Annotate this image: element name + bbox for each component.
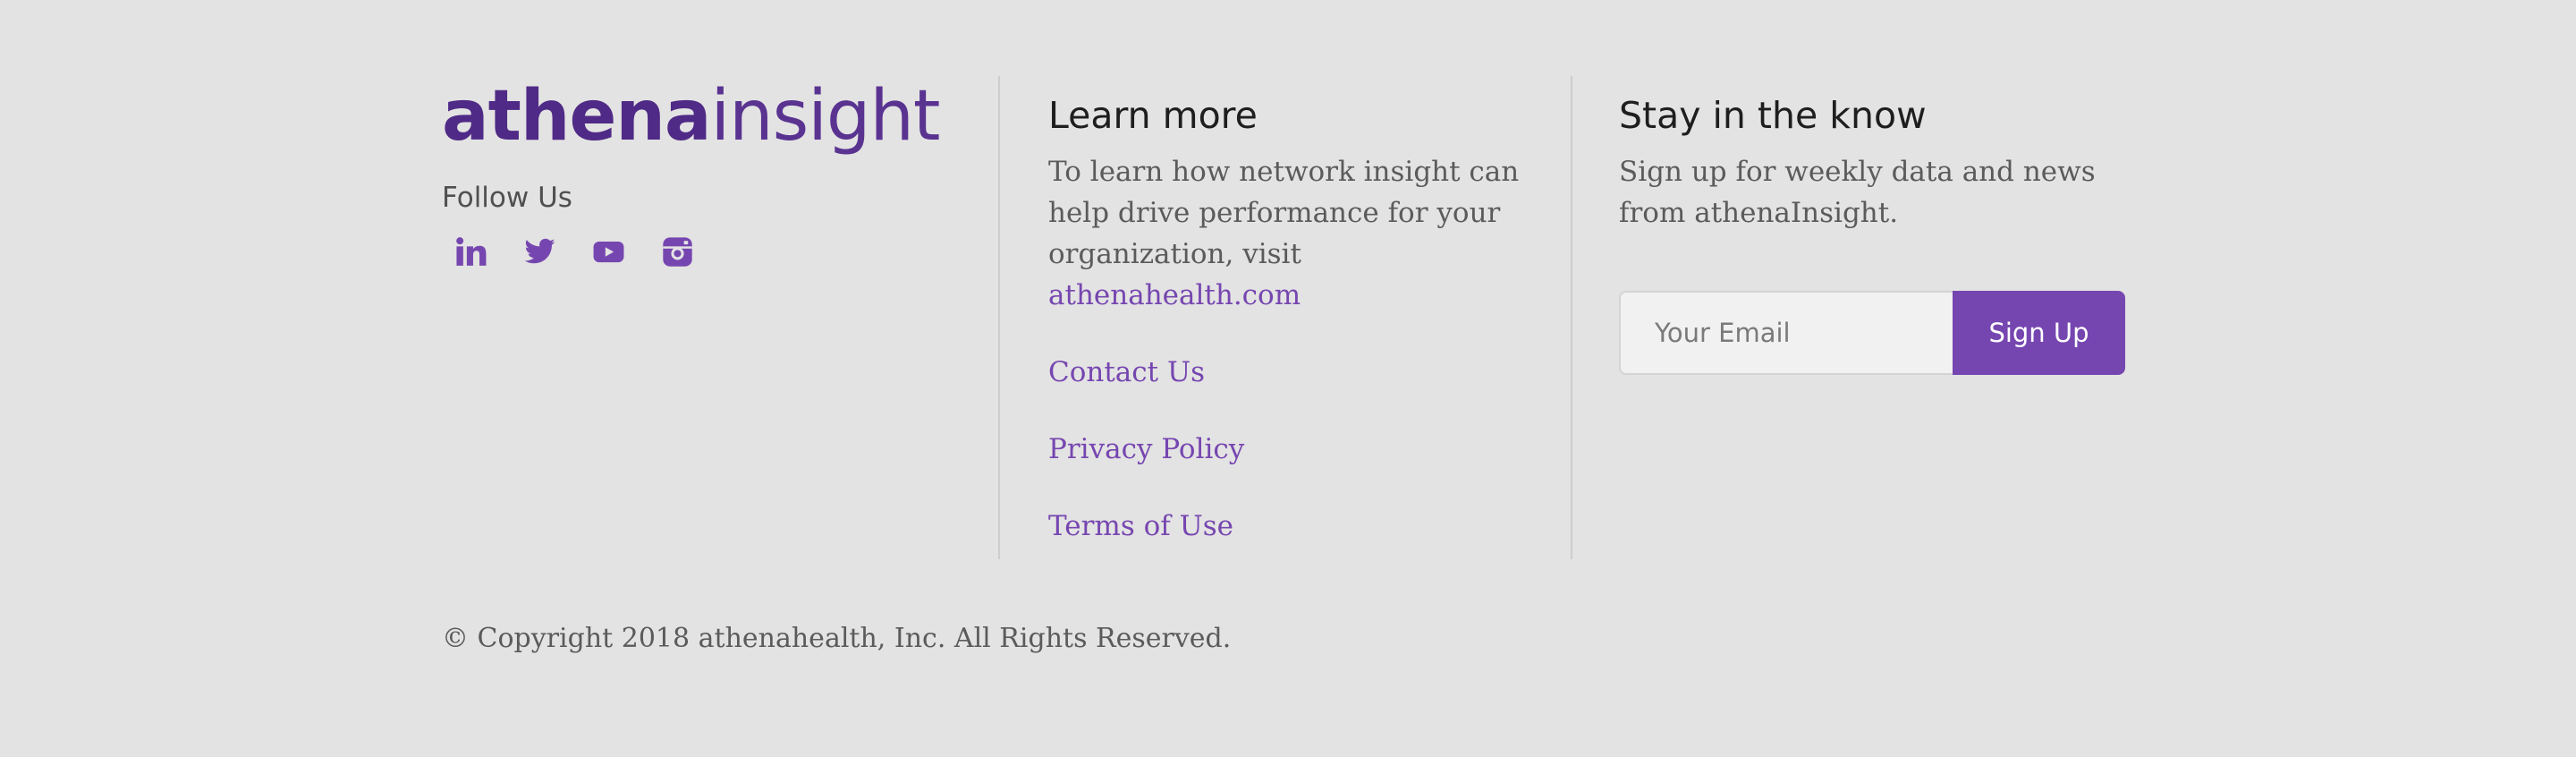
copyright-text: © Copyright 2018 athenahealth, Inc. All …: [442, 623, 1232, 654]
social-links: [454, 235, 694, 268]
learn-more-heading: Learn more: [1048, 94, 1258, 137]
column-divider: [1571, 76, 1572, 559]
follow-us-label: Follow Us: [442, 182, 572, 214]
sign-up-button[interactable]: Sign Up: [1953, 291, 2125, 375]
linkedin-icon[interactable]: [454, 235, 487, 268]
twitter-icon[interactable]: [523, 235, 556, 268]
newsletter-text: Sign up for weekly data and news from at…: [1619, 156, 2096, 229]
stay-in-the-know-heading: Stay in the know: [1619, 94, 1927, 137]
site-footer: athenainsight Follow Us Learn more To le…: [0, 0, 2576, 757]
athenainsight-logo[interactable]: athenainsight: [442, 76, 941, 157]
terms-of-use-link[interactable]: Terms of Use: [1048, 506, 1233, 547]
newsletter-signup-form: Sign Up: [1619, 291, 2125, 375]
youtube-icon[interactable]: [592, 235, 625, 268]
athenahealth-link[interactable]: athenahealth.com: [1048, 275, 1301, 316]
instagram-icon[interactable]: [661, 235, 694, 268]
contact-us-link[interactable]: Contact Us: [1048, 352, 1205, 393]
logo-bold-text: athena: [442, 76, 712, 157]
logo-light-text: insight: [710, 76, 941, 157]
learn-more-text: To learn how network insight can help dr…: [1048, 156, 1520, 270]
privacy-policy-link[interactable]: Privacy Policy: [1048, 429, 1244, 470]
column-divider: [998, 76, 1000, 559]
email-input[interactable]: [1619, 291, 1953, 375]
